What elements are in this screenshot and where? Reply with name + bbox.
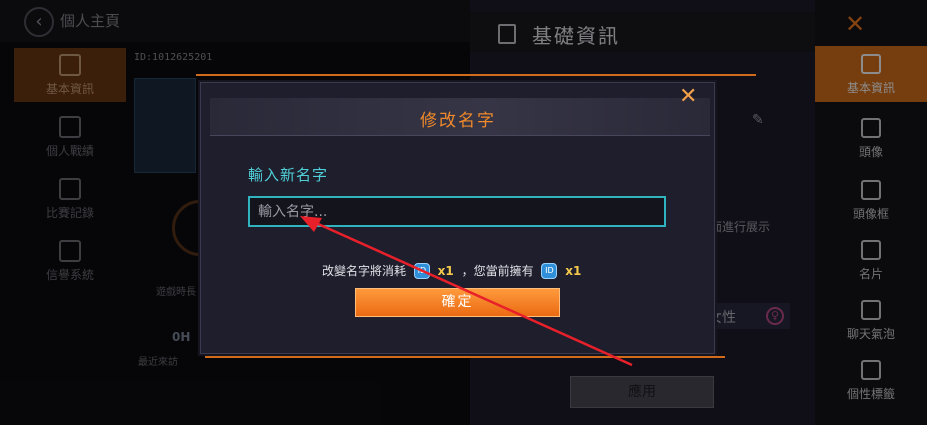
confirm-button[interactable]: 確定 <box>355 288 560 317</box>
name-input[interactable] <box>248 196 666 227</box>
rename-card-icon: ID <box>541 262 558 279</box>
cost-middle: ，您當前擁有 <box>461 264 534 278</box>
dialog-frame-top <box>196 74 756 76</box>
new-name-label: 輸入新名字 <box>248 166 329 184</box>
dialog-title: 修改名字 <box>420 111 496 131</box>
owned-quantity: x1 <box>565 263 582 278</box>
cost-quantity: x1 <box>437 263 454 278</box>
close-icon[interactable]: ✕ <box>679 84 697 109</box>
cost-prefix: 改變名字將消耗 <box>322 264 407 278</box>
dialog-frame-bottom <box>205 356 725 358</box>
cost-notice: 改變名字將消耗 ID x1 ，您當前擁有 ID x1 <box>322 262 585 279</box>
rename-card-icon: ID <box>413 262 430 279</box>
